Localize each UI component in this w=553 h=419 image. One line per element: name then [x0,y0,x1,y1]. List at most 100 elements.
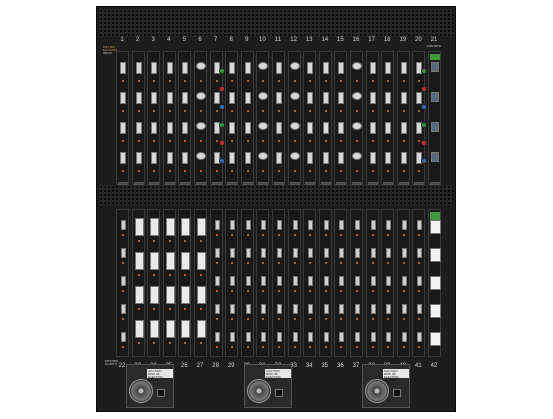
output-card[interactable] [116,209,129,357]
video-port-icon [338,62,345,74]
video-port-icon [277,248,282,258]
card-handle[interactable] [289,182,300,185]
input-card[interactable] [116,51,129,185]
output-card[interactable] [194,209,207,357]
output-card[interactable] [240,209,254,357]
output-card[interactable] [350,209,363,357]
card-handle[interactable] [133,182,144,185]
input-card[interactable] [162,51,176,185]
input-card[interactable] [194,51,207,185]
status-led [387,346,390,348]
card-handle[interactable] [118,182,128,185]
input-card[interactable] [412,51,428,185]
video-port-icon [339,276,345,286]
output-card[interactable] [318,209,332,357]
video-port-icon [244,62,251,74]
video-port-icon [230,220,236,230]
card-handle[interactable] [430,182,440,185]
power-supply-module[interactable]: CAUTION RISK OF ELECTRIC SHOCK [126,364,174,408]
input-card[interactable] [303,51,317,185]
card-handle[interactable] [414,182,425,185]
output-card[interactable] [256,209,270,357]
status-led [371,262,374,264]
video-port-icon [355,332,360,342]
card-handle[interactable] [383,182,394,185]
input-card[interactable] [350,51,363,185]
card-handle[interactable] [398,182,409,185]
card-handle[interactable] [196,182,206,185]
card-handle[interactable] [336,182,347,185]
power-supply-module[interactable]: CAUTION RISK OF ELECTRIC SHOCK [244,364,292,408]
status-led [278,262,280,264]
output-card[interactable] [147,209,161,357]
status-led [246,80,249,82]
card-handle[interactable] [180,182,191,185]
input-card[interactable] [287,51,301,185]
power-supply-module[interactable]: CAUTION RISK OF ELECTRIC SHOCK [362,364,410,408]
card-handle[interactable] [320,182,331,185]
input-card[interactable] [334,51,348,185]
output-card[interactable] [334,209,348,357]
output-card[interactable] [303,209,317,357]
video-port-icon [369,122,376,134]
status-led [200,140,202,142]
slot-number: 4 [167,37,171,43]
status-led [356,140,358,142]
card-handle[interactable] [352,182,362,185]
video-port-icon [182,152,189,164]
card-handle[interactable] [242,182,253,185]
card-handle[interactable] [258,182,269,185]
status-led [137,240,140,242]
status-led [200,342,202,344]
round-port-icon [258,62,269,70]
input-card[interactable] [365,51,379,185]
input-card[interactable] [225,51,239,185]
input-card[interactable] [131,51,145,185]
card-handle[interactable] [305,182,316,185]
output-card[interactable] [287,209,301,357]
input-card[interactable] [178,51,192,185]
card-handle[interactable] [149,182,160,185]
output-card[interactable] [396,209,410,357]
output-card[interactable] [365,209,379,357]
status-led [137,170,140,172]
control-card[interactable] [428,51,441,185]
slot-number: 11 [274,37,282,43]
video-port-icon [400,122,407,134]
card-handle[interactable] [274,182,284,185]
input-card[interactable] [381,51,395,185]
control-card[interactable] [428,209,441,357]
input-card[interactable] [318,51,332,185]
output-card[interactable] [131,209,145,357]
output-card[interactable] [381,209,395,357]
input-card[interactable] [272,51,285,185]
status-led [231,290,234,292]
status-led [246,318,249,320]
card-handle[interactable] [164,182,175,185]
slot-number: 12 [290,37,297,43]
status-led [309,262,312,264]
output-card[interactable] [209,209,223,357]
status-led [137,110,140,112]
output-card[interactable] [162,209,176,357]
card-handle[interactable] [211,182,222,185]
input-card[interactable] [256,51,270,185]
card-handle[interactable] [367,182,378,185]
output-card[interactable] [412,209,426,357]
status-led [122,318,124,320]
input-card[interactable] [240,51,254,185]
output-card[interactable] [178,209,192,357]
status-led [371,318,374,320]
video-port-icon [355,248,360,258]
output-card[interactable] [272,209,285,357]
status-led [309,346,312,348]
output-card[interactable] [225,209,239,357]
card-handle[interactable] [227,182,238,185]
status-led [309,140,312,142]
input-card[interactable] [209,51,225,185]
video-port-icon [307,152,314,164]
input-card[interactable] [147,51,161,185]
status-led [418,110,421,112]
video-port-icon [339,304,345,314]
input-card[interactable] [396,51,410,185]
